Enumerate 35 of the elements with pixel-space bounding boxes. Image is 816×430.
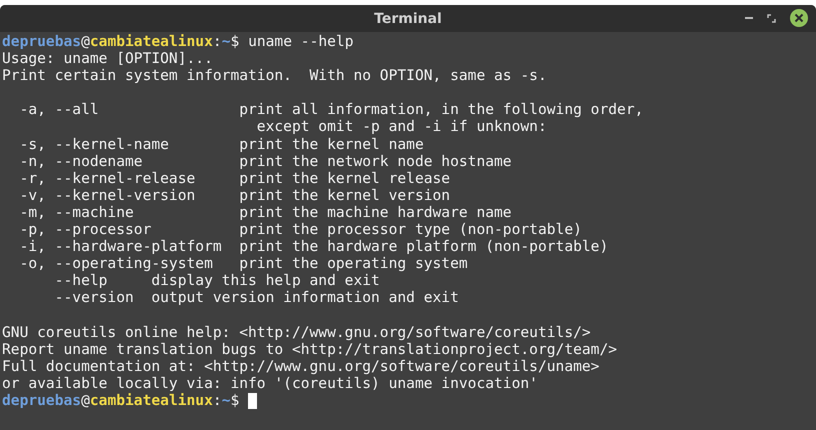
output-line: -s, --kernel-name print the kernel name [18, 136, 424, 153]
output-line: Full documentation at: <http://www.gnu.org/software/coreutils/uname> [2, 358, 600, 375]
output-line: except omit -p and -i if unknown: [256, 118, 547, 136]
maximize-icon[interactable] [767, 14, 776, 22]
window-title: Terminal [374, 10, 442, 26]
output-line: -a, --all print all information, in the following order, [18, 101, 644, 118]
prompt-user: depruebas [2, 392, 82, 410]
output-line: -o, --operating-system print the operating system [18, 255, 468, 272]
output-line: --version output version information and exit [54, 289, 459, 306]
prompt-user: depruebas [2, 33, 82, 50]
output-line: -m, --machine print the machine hardware name [18, 204, 512, 222]
close-icon[interactable] [790, 9, 808, 27]
output-line: Print certain system information. With no OPTION, same as -s. [2, 67, 547, 84]
prompt-symbol: $ [230, 392, 240, 410]
prompt-path: ~ [222, 33, 230, 50]
prompt-host: cambiatealinux [90, 33, 213, 50]
prompt-separator: : [212, 392, 222, 410]
output-line: Report uname translation bugs to <http://translationproject.org/team/> [2, 340, 618, 358]
output-line: -r, --kernel-release print the kernel release [18, 170, 450, 187]
output-line: or available locally via: info '(coreutils) uname invocation' [2, 374, 538, 392]
output-line: Usage: uname [OPTION]... [2, 50, 213, 68]
prompt-at-sign: @ [81, 392, 90, 410]
prompt-separator: : [212, 33, 222, 50]
output-line: GNU coreutils online help: <http://www.gnu.org/software/coreutils/> [2, 324, 591, 341]
output-line: -v, --kernel-version print the kernel version [18, 186, 450, 204]
output-line: -i, --hardware-platform print the hardware platform (non-portable) [18, 238, 608, 256]
command-text: uname --help [248, 33, 354, 50]
output-line: --help display this help and exit [54, 272, 380, 290]
output-line: -p, --processor print the processor type (non-portable) [18, 221, 582, 238]
prompt-at-sign: @ [81, 33, 90, 50]
prompt-path: ~ [222, 392, 230, 410]
prompt-symbol: $ [230, 33, 240, 50]
prompt-host: cambiatealinux [90, 392, 213, 410]
minimize-icon[interactable] [745, 16, 753, 20]
output-line: -n, --nodename print the network node hostname [18, 152, 512, 170]
